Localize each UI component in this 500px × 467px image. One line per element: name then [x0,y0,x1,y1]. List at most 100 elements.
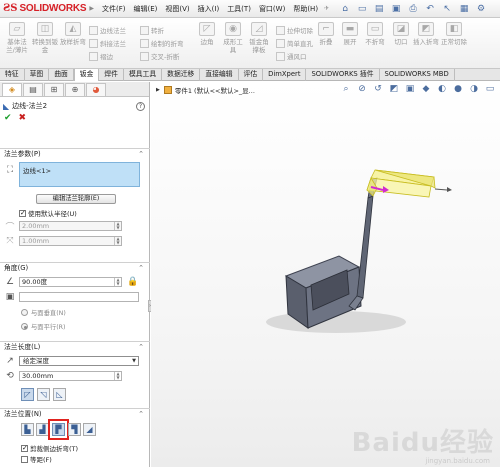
bend-radius-field[interactable]: 2.00mm ▲ ▼ [19,221,122,231]
spin-arrows-icon[interactable]: ▲ ▼ [114,372,121,380]
angle-header[interactable]: 角度(G) ⌃ [0,263,150,274]
tab-mold-tools[interactable]: 模具工具 [124,69,163,81]
parallel-to-face-radio[interactable]: 与面平行(R) [21,322,65,331]
tab-features[interactable]: 特征 [0,69,25,81]
help-icon[interactable]: ? [136,101,145,111]
material-inside-button[interactable]: ▙ [21,423,34,436]
flange-position-header[interactable]: 法兰位置(N) ⌃ [0,409,150,420]
ok-check-icon[interactable]: ✔ [4,113,12,123]
edit-flange-profile-button[interactable]: 编辑法兰轮廓(E) [36,194,116,204]
flange-length-header[interactable]: 法兰长度(L) ⌃ [0,342,150,353]
lock-icon[interactable]: 🔒 [127,276,139,288]
pin-icon[interactable]: ✈ [322,5,331,12]
edge-selection-box[interactable]: 边线<1> [19,162,140,187]
tab-sheet-metal[interactable]: 钣金 [73,69,100,81]
tab-addins[interactable]: SOLIDWORKS 插件 [306,69,380,81]
fold-button[interactable]: ⌐ 折叠 [316,22,336,46]
end-condition-dropdown[interactable]: 给定深度 ▼ [19,356,139,366]
collapse-icon[interactable]: ⌃ [138,149,144,160]
edge-flange-button[interactable]: 边线法兰 [89,25,126,35]
cancel-x-icon[interactable]: ✖ [19,113,27,123]
flange-length-field[interactable]: 30.00mm ▲ ▼ [19,371,122,381]
reference-face-box[interactable] [19,292,139,302]
tab-mbd[interactable]: SOLIDWORKS MBD [380,69,455,81]
spin-arrows-icon[interactable]: ▲ ▼ [114,278,121,286]
gap-distance-field[interactable]: 1.00mm ▲ ▼ [19,236,122,246]
open-folder-icon[interactable]: ▤ [373,3,385,14]
offset-checkbox[interactable]: 等距(F) [21,454,52,464]
trim-side-bends-checkbox[interactable]: 剪裁侧边折弯(T) [21,443,78,453]
options-icon[interactable]: ⚙ [475,3,487,14]
tab-surfaces[interactable]: 曲面 [49,69,74,81]
collapse-icon[interactable]: ⌃ [138,409,144,420]
print-icon[interactable]: ⎙ [407,3,419,14]
vent-button[interactable]: 通风口 [276,51,307,61]
tangent-to-bend-button[interactable]: ◢ [83,423,96,436]
tab-data-migration[interactable]: 数据迁移 [162,69,201,81]
flange-parameters-header[interactable]: 法兰参数(P) ⌃ [0,149,150,160]
normal-cut-button[interactable]: ◧ 正常切除 [441,22,467,46]
flange-angle-field[interactable]: 90.00度 ▲ ▼ [19,277,122,287]
sheet-metal-part[interactable] [284,177,378,329]
rebuild-icon[interactable]: ▦ [458,3,470,14]
convert-sheet-metal-button[interactable]: ◫ 转换到钣金 [32,22,58,54]
jog-button[interactable]: 转折 [140,25,164,35]
feature-manager-tab[interactable]: ◈ [2,82,22,96]
use-default-radius-checkbox[interactable]: 使用默认半径(U) [19,208,77,218]
undo-icon[interactable]: ↶ [424,3,436,14]
simple-hole-button[interactable]: 简单直孔 [276,38,313,48]
graphics-area[interactable]: ▶ 零件1 (默认<<默认>_显... ⌕ ⊘ ↺ ◩ ▣ ◆ ◐ ● ◑ ▭ [151,82,500,467]
sketched-bend-button[interactable]: 绘制的折弯 [140,38,184,48]
menu-edit[interactable]: 编辑(E) [130,4,162,14]
insert-bends-button[interactable]: ◩ 插入折弯 [413,22,439,46]
model-viewport[interactable] [151,82,500,467]
menu-insert[interactable]: 插入(I) [194,4,224,14]
unfold-button[interactable]: ▬ 展开 [340,22,360,46]
reverse-direction-icon[interactable]: ↗ [4,355,16,367]
spin-arrows-icon[interactable]: ▲ ▼ [114,222,121,230]
configuration-manager-tab[interactable]: ⊞ [44,82,64,96]
tab-evaluate[interactable]: 评估 [239,69,264,81]
home-icon[interactable]: ⌂ [339,3,351,14]
dimxpert-manager-tab[interactable]: ⊕ [65,82,85,96]
inner-virtual-sharp-button[interactable]: ◹ [37,388,50,401]
extruded-cut-button[interactable]: 拉伸切除 [276,25,313,35]
cross-break-button[interactable]: 交叉-折断 [140,51,179,61]
collapse-icon[interactable]: ⌃ [138,342,144,353]
perpendicular-to-face-radio[interactable]: 与面垂直(N) [21,308,66,317]
menu-file[interactable]: 文件(F) [98,4,130,14]
spin-arrows-icon[interactable]: ▲ ▼ [114,237,121,245]
new-document-icon[interactable]: ▭ [356,3,368,14]
property-manager-tab[interactable]: ▤ [23,82,43,96]
display-manager-tab[interactable]: ◕ [86,82,106,96]
radio-button-selected[interactable] [21,323,28,330]
chevron-down-icon[interactable]: ▼ [132,357,136,365]
sheet-metal-gusset-button[interactable]: ◿ 钣金角撑板 [247,22,271,54]
hem-button[interactable]: 褶边 [89,51,113,61]
no-bends-button[interactable]: ▭ 不折弯 [364,22,386,46]
radio-button[interactable] [21,309,28,316]
lofted-bend-button[interactable]: ◭ 放样折弯 [60,22,86,46]
menu-tools[interactable]: 工具(T) [223,4,255,14]
tab-direct-editing[interactable]: 直接编辑 [200,69,239,81]
rip-button[interactable]: ◪ 切口 [391,22,411,46]
menu-view[interactable]: 视图(V) [161,4,193,14]
tab-dimxpert[interactable]: DimXpert [263,69,307,81]
miter-flange-button[interactable]: 斜接法兰 [89,38,126,48]
tab-weldments[interactable]: 焊件 [99,69,124,81]
menu-help[interactable]: 帮助(H) [289,4,322,14]
menu-window[interactable]: 窗口(W) [255,4,289,14]
bend-from-virtual-sharp-button[interactable]: ▜ [68,423,81,436]
checkbox-unchecked[interactable] [21,455,28,463]
corners-button[interactable]: ◸ 边角 [196,22,218,46]
select-icon[interactable]: ↖ [441,3,453,14]
selected-edge[interactable]: 边线<1> [23,167,51,175]
save-icon[interactable]: ▣ [390,3,402,14]
drag-arrow-icon[interactable] [447,187,452,192]
base-flange-button[interactable]: ▱ 基体法兰/薄片 [4,22,30,54]
collapse-icon[interactable]: ⌃ [138,263,144,274]
tab-sketch[interactable]: 草图 [25,69,50,81]
outer-virtual-sharp-button[interactable]: ◸ [21,388,34,401]
checkbox-checked[interactable] [21,444,28,452]
forming-tool-button[interactable]: ◉ 成形工具 [222,22,244,54]
